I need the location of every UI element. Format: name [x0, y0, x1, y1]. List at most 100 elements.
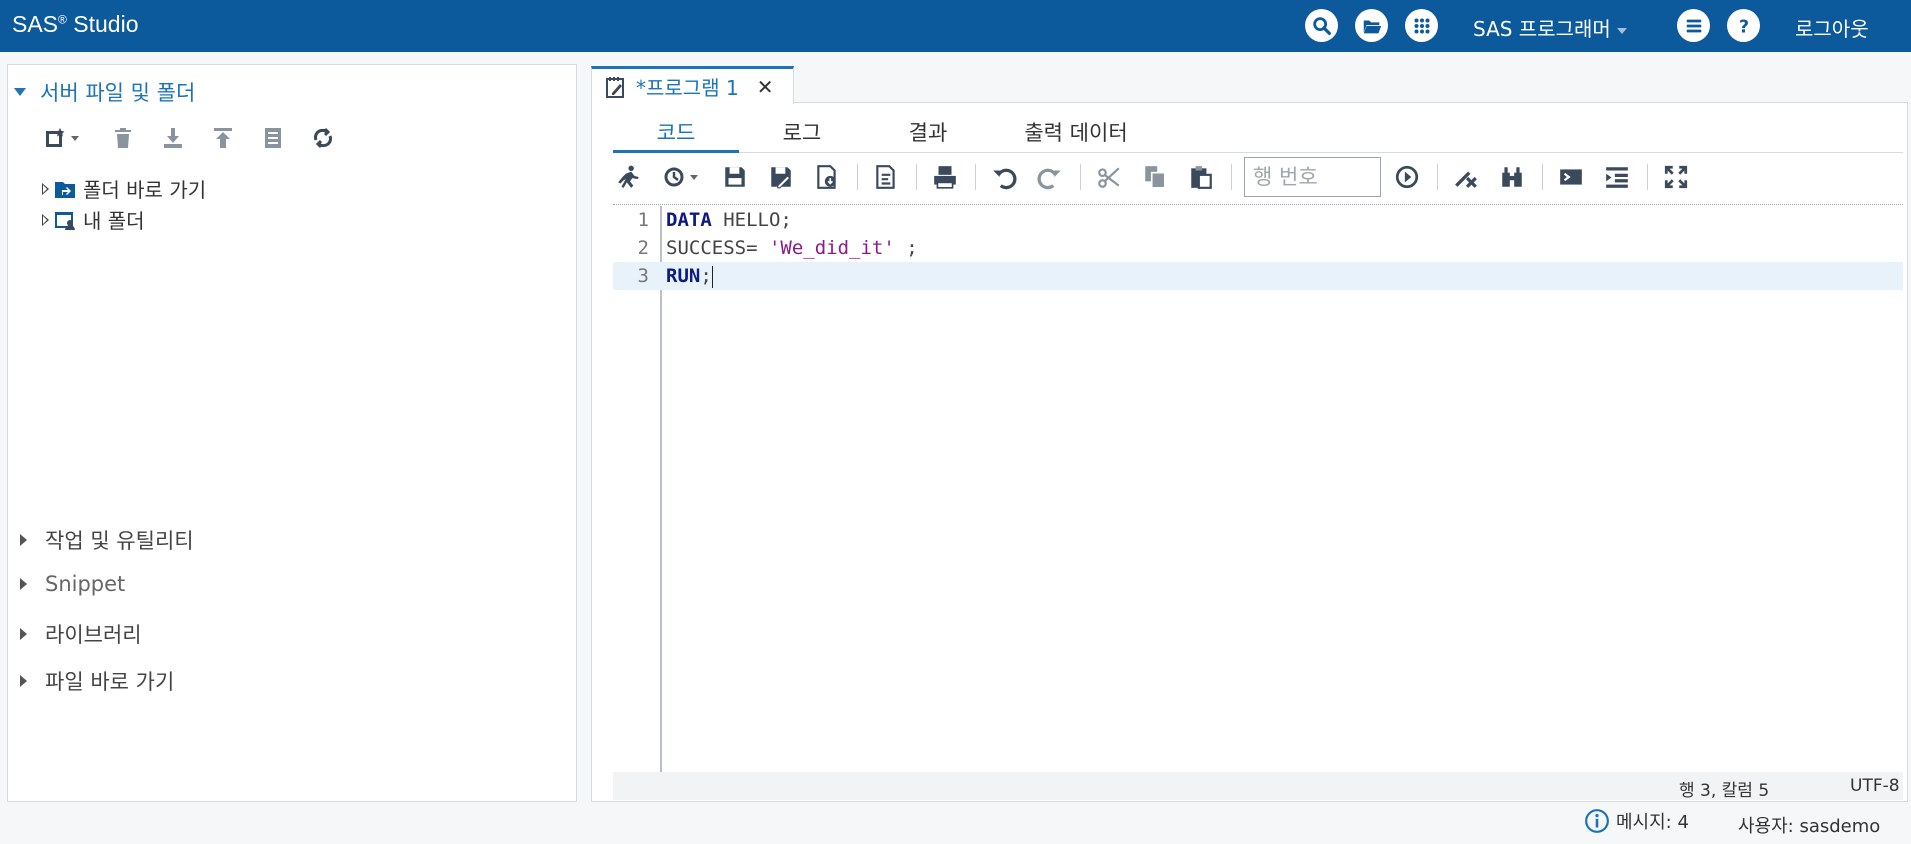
code-text-run: HELLO;: [711, 209, 792, 231]
expand-icon[interactable]: [42, 182, 49, 195]
line-number-input[interactable]: [1244, 157, 1381, 197]
top-bar: SAS® Studio SAS 프로그래머 ? 로그아웃: [0, 0, 1911, 52]
section-title: 서버 파일 및 폴더: [40, 81, 196, 105]
code-toolbar: [613, 157, 1903, 197]
close-tab-icon[interactable]: ✕: [757, 75, 774, 99]
download-code-icon[interactable]: [811, 161, 843, 193]
snippet-icon[interactable]: [1555, 161, 1587, 193]
save-icon[interactable]: [719, 161, 751, 193]
messages-button[interactable]: 메시지: 4: [1584, 808, 1689, 834]
code-keyword: RUN: [666, 265, 701, 287]
file-encoding: UTF-8: [1850, 776, 1900, 796]
section-title: Snippet: [45, 572, 126, 596]
help-icon[interactable]: ?: [1727, 9, 1760, 42]
footer-bar: 메시지: 4 사용자: sasdemo: [0, 804, 1911, 844]
section-title: 파일 바로 가기: [45, 670, 175, 694]
tree-item-folder-shortcuts[interactable]: 폴더 바로 가기: [42, 174, 206, 203]
tab-title: *프로그램 1: [636, 76, 739, 100]
svg-text:?: ?: [1738, 17, 1748, 37]
current-user: 사용자: sasdemo: [1738, 816, 1881, 837]
program-tab[interactable]: *프로그램 1 ✕: [591, 66, 794, 104]
perspective-menu[interactable]: SAS 프로그래머: [1473, 13, 1627, 42]
tasks-utilities-section-header[interactable]: 작업 및 유틸리티: [14, 525, 194, 555]
tab-results[interactable]: 결과: [865, 117, 991, 153]
code-text-run: SUCCESS=: [666, 237, 769, 259]
upload-icon[interactable]: [210, 125, 236, 151]
snippets-section-header[interactable]: Snippet: [14, 572, 125, 596]
line-number: 1: [637, 209, 649, 231]
my-folder-icon: [55, 211, 75, 230]
code-string: 'We_did_it': [768, 237, 895, 259]
code-text-run: ;: [700, 265, 712, 287]
run-icon[interactable]: [613, 161, 645, 193]
expand-icon: [20, 675, 27, 687]
toolbar-divider: [1437, 164, 1438, 190]
brand-product: Studio: [73, 11, 139, 37]
app-brand: SAS® Studio: [12, 11, 138, 38]
tree-item-my-folder[interactable]: 내 폴더: [42, 205, 145, 234]
toolbar-divider: [1542, 164, 1543, 190]
toolbar-divider: [1231, 164, 1232, 190]
libraries-section-header[interactable]: 라이브러리: [14, 619, 142, 649]
code-line-current[interactable]: 3 RUN;: [613, 262, 1903, 290]
go-to-line-icon[interactable]: [1391, 161, 1423, 193]
clear-code-icon[interactable]: [1450, 161, 1482, 193]
code-line[interactable]: 2 SUCCESS= 'We_did_it' ;: [613, 234, 1903, 262]
code-text-run: ;: [894, 237, 918, 259]
server-files-section-header[interactable]: 서버 파일 및 폴더: [14, 77, 195, 107]
find-replace-icon[interactable]: [1496, 161, 1528, 193]
code-keyword: DATA: [666, 209, 712, 231]
options-menu-icon[interactable]: [1677, 9, 1710, 42]
open-folder-icon[interactable]: [1355, 9, 1388, 42]
program-subtabs: 코드 로그 결과 출력 데이터: [613, 113, 1903, 153]
code-line[interactable]: 1 DATA HELLO;: [613, 206, 1903, 234]
toolbar-divider: [975, 164, 976, 190]
expand-icon[interactable]: [42, 213, 49, 226]
tree-item-label: 내 폴더: [83, 209, 145, 233]
code-editor[interactable]: 1 DATA HELLO; 2 SUCCESS= 'We_did_it' ; 3…: [613, 206, 1903, 772]
text-cursor: [711, 265, 713, 288]
toolbar-divider: [1080, 164, 1081, 190]
properties-icon[interactable]: [260, 125, 286, 151]
section-title: 라이브러리: [45, 623, 142, 647]
tab-log[interactable]: 로그: [739, 117, 865, 153]
expand-icon: [20, 578, 27, 590]
file-toolbar: [40, 123, 360, 153]
undo-icon[interactable]: [988, 161, 1020, 193]
refresh-icon[interactable]: [310, 125, 336, 151]
cut-icon[interactable]: [1093, 161, 1125, 193]
search-icon[interactable]: [1305, 9, 1338, 42]
delete-icon[interactable]: [110, 125, 136, 151]
cursor-position: 행 3, 칼럼 5: [1679, 781, 1770, 801]
code-text: DATA HELLO;: [666, 206, 792, 234]
copy-icon[interactable]: [1139, 161, 1171, 193]
logout-button[interactable]: 로그아웃: [1795, 13, 1869, 42]
tab-code[interactable]: 코드: [613, 117, 739, 153]
export-icon[interactable]: [870, 161, 902, 193]
line-number: 2: [637, 237, 649, 259]
line-number-gutter: [613, 206, 662, 772]
history-icon[interactable]: [659, 161, 705, 193]
editor-status-bar: 행 3, 칼럼 5 UTF-8: [613, 772, 1903, 801]
redo-icon[interactable]: [1034, 161, 1066, 193]
chevron-down-icon: [1616, 27, 1627, 34]
expand-icon: [20, 534, 27, 546]
toolbar-divider: [916, 164, 917, 190]
code-text: RUN;: [666, 262, 713, 290]
download-icon[interactable]: [160, 125, 186, 151]
file-shortcuts-section-header[interactable]: 파일 바로 가기: [14, 666, 174, 696]
program-icon: [606, 76, 624, 98]
brand-registered: ®: [58, 12, 67, 27]
print-icon[interactable]: [929, 161, 961, 193]
perspective-label: SAS 프로그래머: [1473, 17, 1611, 41]
save-as-icon[interactable]: [765, 161, 797, 193]
format-code-icon[interactable]: [1601, 161, 1633, 193]
toolbar-separator: [613, 204, 1903, 205]
section-title: 작업 및 유틸리티: [45, 529, 194, 553]
paste-icon[interactable]: [1185, 161, 1217, 193]
new-item-icon[interactable]: [40, 125, 86, 151]
maximize-icon[interactable]: [1660, 161, 1692, 193]
apps-grid-icon[interactable]: [1405, 9, 1438, 42]
folder-shortcut-icon: [55, 181, 75, 198]
tab-output-data[interactable]: 출력 데이터: [991, 117, 1161, 153]
